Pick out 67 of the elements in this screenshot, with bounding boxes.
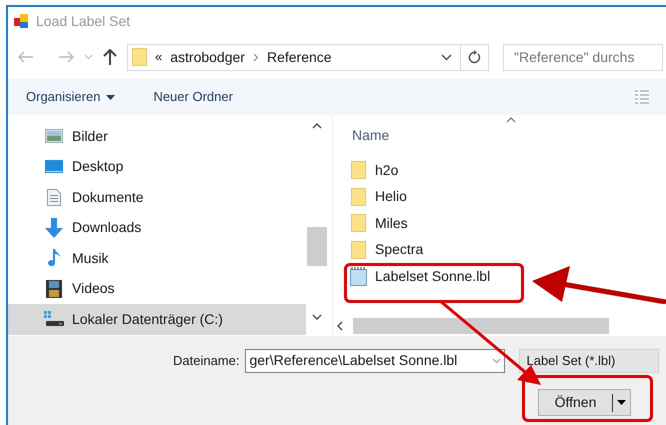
file-name: Labelset Sonne.lbl — [375, 266, 490, 286]
file-name: Spectra — [375, 240, 424, 260]
filename-label: Dateiname: — [173, 352, 240, 370]
nav-label: Downloads — [72, 218, 142, 238]
file-type-dropdown[interactable]: Label Set (*.lbl) — [519, 348, 660, 372]
document-icon — [47, 188, 61, 206]
nav-label: Lokaler Datenträger (C:) — [72, 310, 223, 329]
music-note-icon — [47, 249, 61, 268]
file-item[interactable]: Labelset Sonne.lbl — [349, 263, 490, 290]
folder-icon — [350, 161, 366, 180]
folder-icon — [350, 214, 366, 232]
file-item[interactable]: Spectra — [349, 236, 424, 263]
nav-item[interactable]: Desktop — [8, 152, 306, 182]
nav-label: Videos — [72, 279, 115, 298]
scroll-up-icon[interactable] — [312, 123, 322, 129]
folder-icon — [350, 188, 366, 206]
open-button[interactable]: Öffnen — [538, 389, 631, 416]
monitor-icon — [45, 160, 63, 174]
file-item[interactable]: Miles — [349, 210, 408, 236]
sort-up-icon — [506, 117, 516, 123]
nav-item[interactable]: Videos — [8, 274, 306, 304]
picture-icon — [45, 129, 63, 144]
address-bar[interactable]: « astrobodger Reference — [127, 44, 489, 70]
caret-icon — [617, 400, 626, 405]
file-name: Helio — [375, 187, 407, 206]
up-arrow-icon[interactable] — [103, 49, 117, 65]
overflow-chevron[interactable]: « — [155, 47, 162, 67]
column-header[interactable]: Name — [333, 115, 666, 151]
drive-icon — [44, 311, 64, 328]
notepad-icon — [350, 266, 366, 286]
caret-icon — [106, 94, 116, 100]
file-name: h2o — [375, 160, 398, 180]
refresh-icon[interactable] — [468, 50, 481, 64]
folder-icon — [350, 240, 366, 259]
back-arrow-icon[interactable] — [18, 51, 33, 63]
nav-item[interactable]: Bilder — [8, 121, 306, 152]
scroll-thumb[interactable] — [307, 227, 327, 266]
window-title: Load Label Set — [36, 12, 130, 30]
nav-item[interactable]: Dokumente — [8, 182, 306, 212]
film-icon — [46, 280, 62, 298]
file-item[interactable]: Helio — [349, 184, 407, 210]
chevron-down-icon[interactable] — [441, 54, 452, 60]
nav-item[interactable]: Lokaler Datenträger (C:) — [8, 304, 306, 334]
nav-label: Musik — [72, 248, 109, 268]
nav-item[interactable]: Musik — [8, 243, 306, 274]
scroll-down-icon[interactable] — [312, 314, 322, 320]
search-field[interactable]: "Reference" durchs — [503, 44, 663, 70]
nav-label: Dokumente — [72, 188, 144, 207]
breadcrumb-segment[interactable]: Reference — [266, 46, 332, 68]
chevron-right-icon — [252, 52, 259, 62]
forward-arrow-icon[interactable] — [59, 51, 74, 63]
nav-item[interactable]: Downloads — [8, 212, 306, 243]
horizontal-scroll-thumb[interactable] — [353, 318, 609, 334]
filename-value: ger\Reference\Labelset Sonne.lbl — [249, 351, 458, 370]
down-arrow-icon — [45, 218, 63, 238]
app-icon — [14, 14, 30, 28]
view-options-icon[interactable] — [635, 90, 649, 104]
folder-icon — [132, 48, 147, 66]
file-item[interactable]: h2o — [349, 157, 398, 184]
scroll-left-icon[interactable] — [337, 321, 343, 331]
breadcrumb-segment[interactable]: astrobodger — [170, 46, 245, 68]
nav-label: Desktop — [72, 157, 124, 176]
organize-button[interactable]: Organisieren — [26, 87, 116, 107]
new-folder-button[interactable]: Neuer Ordner — [153, 87, 233, 107]
nav-label: Bilder — [72, 126, 108, 146]
filename-field[interactable]: ger\Reference\Labelset Sonne.lbl — [245, 348, 506, 372]
file-name: Miles — [375, 214, 408, 233]
